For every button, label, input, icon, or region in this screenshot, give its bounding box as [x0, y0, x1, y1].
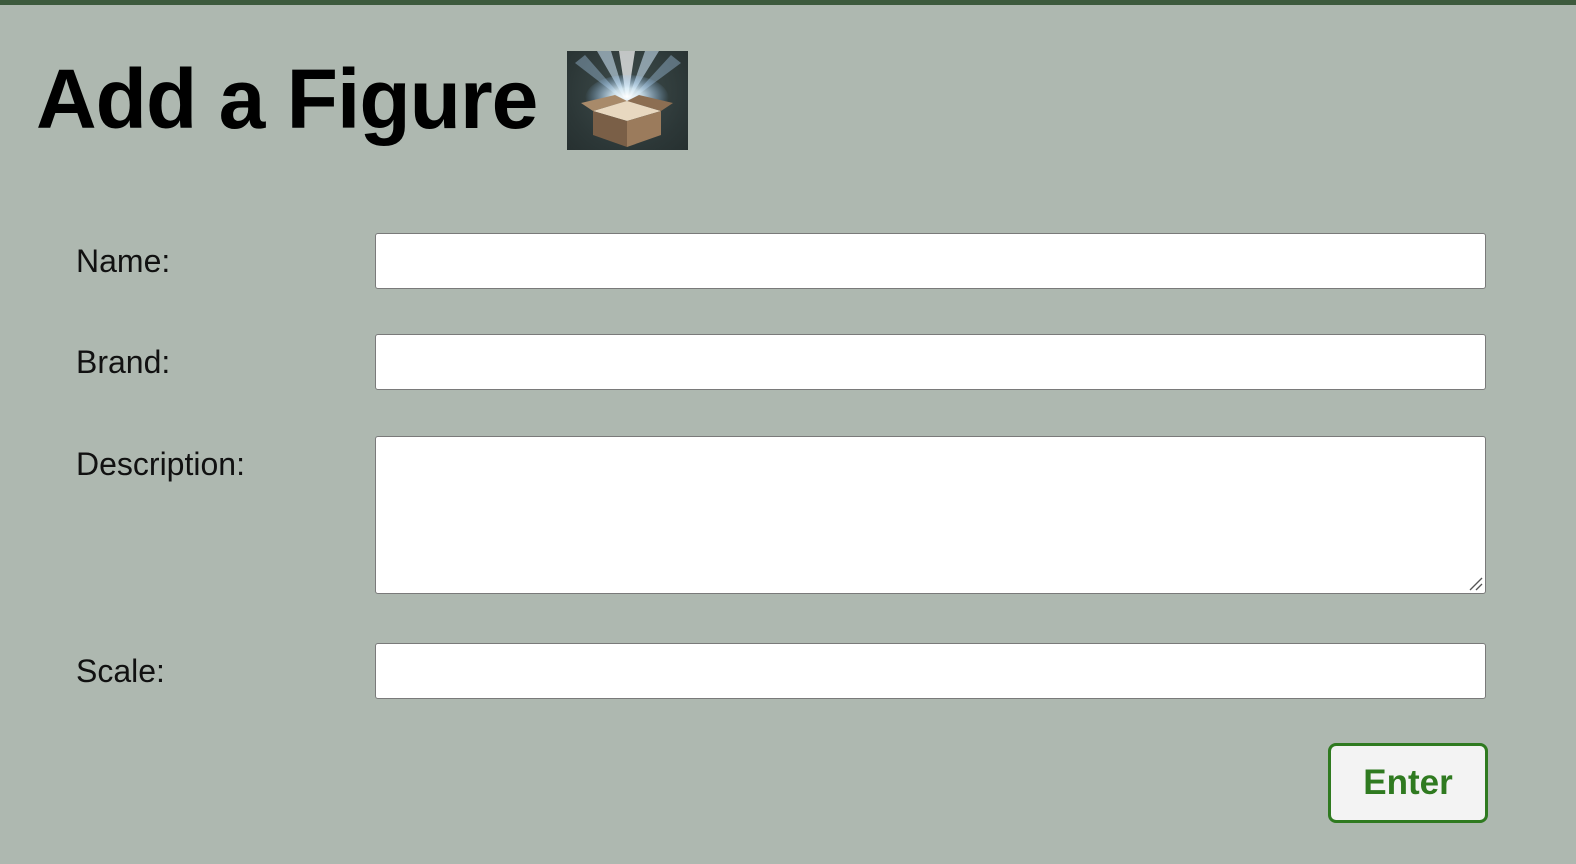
name-label: Name:	[76, 243, 171, 279]
scale-label: Scale:	[76, 653, 165, 689]
brand-input[interactable]	[375, 334, 1486, 390]
scale-input[interactable]	[375, 643, 1486, 699]
brand-label: Brand:	[76, 344, 171, 380]
open-box-icon	[567, 51, 688, 150]
description-label: Description:	[76, 446, 245, 482]
page-header: Add a Figure	[36, 46, 538, 151]
page-title: Add a Figure	[36, 51, 538, 146]
description-textarea[interactable]	[375, 436, 1486, 594]
enter-button[interactable]: Enter	[1328, 743, 1488, 823]
name-input[interactable]	[375, 233, 1486, 289]
resize-handle-icon[interactable]	[1467, 575, 1483, 591]
